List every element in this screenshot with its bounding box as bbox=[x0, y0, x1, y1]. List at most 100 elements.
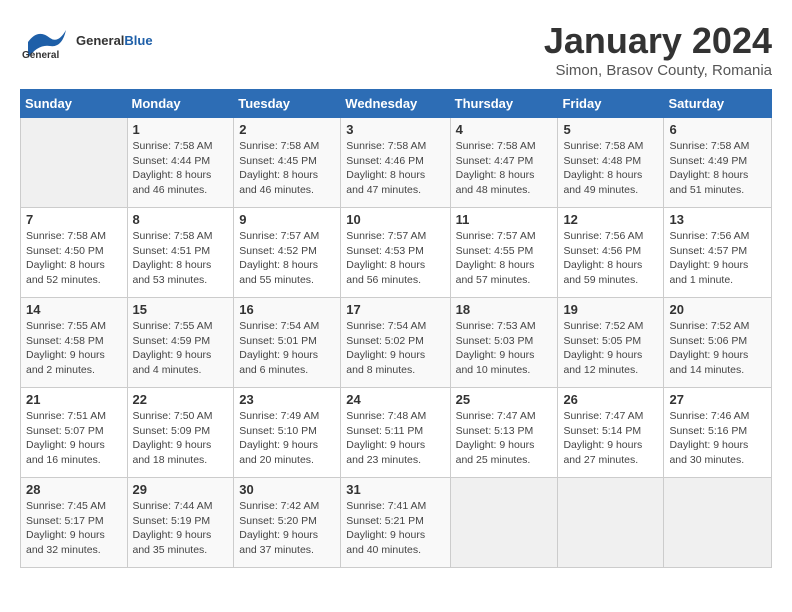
page-header: General GeneralBlue January 2024 Simon, … bbox=[20, 20, 772, 79]
day-number: 13 bbox=[669, 212, 766, 227]
day-number: 30 bbox=[239, 482, 335, 497]
day-info: Sunrise: 7:57 AMSunset: 4:55 PMDaylight:… bbox=[456, 229, 553, 288]
day-number: 9 bbox=[239, 212, 335, 227]
calendar-cell: 7Sunrise: 7:58 AMSunset: 4:50 PMDaylight… bbox=[21, 208, 128, 298]
calendar-cell: 15 Sunrise: 7:55 AMSunset: 4:59 PMDayligh… bbox=[127, 298, 234, 388]
logo: General GeneralBlue bbox=[20, 20, 153, 62]
day-info: Sunrise: 7:54 AMSunset: 5:02 PMDaylight:… bbox=[346, 319, 444, 378]
calendar-cell: 30 Sunrise: 7:42 AMSunset: 5:20 PMDayligh… bbox=[234, 478, 341, 568]
day-info: Sunrise: 7:57 AMSunset: 4:53 PMDaylight:… bbox=[346, 229, 444, 288]
day-info: Sunrise: 7:58 AMSunset: 4:46 PMDaylight:… bbox=[346, 139, 444, 198]
calendar-cell: 2 Sunrise: 7:58 AMSunset: 4:45 PMDaylight… bbox=[234, 118, 341, 208]
calendar-cell bbox=[558, 478, 664, 568]
logo-blue: Blue bbox=[124, 33, 152, 48]
day-number: 6 bbox=[669, 122, 766, 137]
calendar-cell: 12 Sunrise: 7:56 AMSunset: 4:56 PMDayligh… bbox=[558, 208, 664, 298]
day-header-thursday: Thursday bbox=[450, 90, 558, 118]
day-info: Sunrise: 7:44 AMSunset: 5:19 PMDaylight:… bbox=[133, 499, 229, 558]
day-number: 3 bbox=[346, 122, 444, 137]
day-header-wednesday: Wednesday bbox=[341, 90, 450, 118]
day-number: 12 bbox=[563, 212, 658, 227]
calendar-cell: 1Sunrise: 7:58 AMSunset: 4:44 PMDaylight… bbox=[127, 118, 234, 208]
calendar-cell: 8Sunrise: 7:58 AMSunset: 4:51 PMDaylight… bbox=[127, 208, 234, 298]
logo-general: General bbox=[76, 33, 124, 48]
day-info: Sunrise: 7:42 AMSunset: 5:20 PMDaylight:… bbox=[239, 499, 335, 558]
calendar-cell: 4 Sunrise: 7:58 AMSunset: 4:47 PMDaylight… bbox=[450, 118, 558, 208]
day-info: Sunrise: 7:56 AMSunset: 4:56 PMDaylight:… bbox=[563, 229, 658, 288]
title-area: January 2024 Simon, Brasov County, Roman… bbox=[544, 20, 772, 79]
logo-text-area: GeneralBlue bbox=[76, 34, 153, 48]
logo-icon: General bbox=[20, 20, 72, 62]
calendar-cell: 10 Sunrise: 7:57 AMSunset: 4:53 PMDayligh… bbox=[341, 208, 450, 298]
day-info: Sunrise: 7:54 AMSunset: 5:01 PMDaylight:… bbox=[239, 319, 335, 378]
day-number: 2 bbox=[239, 122, 335, 137]
calendar-cell: 11Sunrise: 7:57 AMSunset: 4:55 PMDayligh… bbox=[450, 208, 558, 298]
day-number: 19 bbox=[563, 302, 658, 317]
day-number: 24 bbox=[346, 392, 444, 407]
day-info: Sunrise: 7:53 AMSunset: 5:03 PMDaylight:… bbox=[456, 319, 553, 378]
day-info: Sunrise: 7:58 AMSunset: 4:48 PMDaylight:… bbox=[563, 139, 658, 198]
day-number: 21 bbox=[26, 392, 122, 407]
header-row: SundayMondayTuesdayWednesdayThursdayFrid… bbox=[21, 90, 772, 118]
calendar-week-5: 28 Sunrise: 7:45 AMSunset: 5:17 PMDayligh… bbox=[21, 478, 772, 568]
calendar-subtitle: Simon, Brasov County, Romania bbox=[544, 62, 772, 79]
day-number: 25 bbox=[456, 392, 553, 407]
day-info: Sunrise: 7:55 AMSunset: 4:58 PMDaylight:… bbox=[26, 319, 122, 378]
day-info: Sunrise: 7:46 AMSunset: 5:16 PMDaylight:… bbox=[669, 409, 766, 468]
day-info: Sunrise: 7:52 AMSunset: 5:05 PMDaylight:… bbox=[563, 319, 658, 378]
day-info: Sunrise: 7:50 AMSunset: 5:09 PMDaylight:… bbox=[133, 409, 229, 468]
day-number: 4 bbox=[456, 122, 553, 137]
day-info: Sunrise: 7:41 AMSunset: 5:21 PMDaylight:… bbox=[346, 499, 444, 558]
day-number: 27 bbox=[669, 392, 766, 407]
day-number: 8 bbox=[133, 212, 229, 227]
calendar-cell: 22 Sunrise: 7:50 AMSunset: 5:09 PMDayligh… bbox=[127, 388, 234, 478]
day-info: Sunrise: 7:58 AMSunset: 4:47 PMDaylight:… bbox=[456, 139, 553, 198]
calendar-cell: 24Sunrise: 7:48 AMSunset: 5:11 PMDayligh… bbox=[341, 388, 450, 478]
day-info: Sunrise: 7:47 AMSunset: 5:13 PMDaylight:… bbox=[456, 409, 553, 468]
day-header-friday: Friday bbox=[558, 90, 664, 118]
day-info: Sunrise: 7:47 AMSunset: 5:14 PMDaylight:… bbox=[563, 409, 658, 468]
day-number: 5 bbox=[563, 122, 658, 137]
day-info: Sunrise: 7:52 AMSunset: 5:06 PMDaylight:… bbox=[669, 319, 766, 378]
day-number: 15 bbox=[133, 302, 229, 317]
day-header-sunday: Sunday bbox=[21, 90, 128, 118]
day-info: Sunrise: 7:45 AMSunset: 5:17 PMDaylight:… bbox=[26, 499, 122, 558]
day-number: 22 bbox=[133, 392, 229, 407]
day-number: 14 bbox=[26, 302, 122, 317]
calendar-week-3: 14 Sunrise: 7:55 AMSunset: 4:58 PMDayligh… bbox=[21, 298, 772, 388]
calendar-cell: 6 Sunrise: 7:58 AMSunset: 4:49 PMDaylight… bbox=[664, 118, 772, 208]
day-number: 17 bbox=[346, 302, 444, 317]
day-info: Sunrise: 7:58 AMSunset: 4:49 PMDaylight:… bbox=[669, 139, 766, 198]
calendar-week-2: 7Sunrise: 7:58 AMSunset: 4:50 PMDaylight… bbox=[21, 208, 772, 298]
day-number: 23 bbox=[239, 392, 335, 407]
calendar-cell: 31Sunrise: 7:41 AMSunset: 5:21 PMDayligh… bbox=[341, 478, 450, 568]
day-info: Sunrise: 7:51 AMSunset: 5:07 PMDaylight:… bbox=[26, 409, 122, 468]
calendar-cell bbox=[21, 118, 128, 208]
calendar-cell: 29 Sunrise: 7:44 AMSunset: 5:19 PMDayligh… bbox=[127, 478, 234, 568]
calendar-title: January 2024 bbox=[544, 20, 772, 62]
day-info: Sunrise: 7:57 AMSunset: 4:52 PMDaylight:… bbox=[239, 229, 335, 288]
calendar-cell: 18 Sunrise: 7:53 AMSunset: 5:03 PMDayligh… bbox=[450, 298, 558, 388]
day-header-monday: Monday bbox=[127, 90, 234, 118]
calendar-cell: 26 Sunrise: 7:47 AMSunset: 5:14 PMDayligh… bbox=[558, 388, 664, 478]
day-number: 26 bbox=[563, 392, 658, 407]
calendar-week-4: 21 Sunrise: 7:51 AMSunset: 5:07 PMDayligh… bbox=[21, 388, 772, 478]
day-header-tuesday: Tuesday bbox=[234, 90, 341, 118]
day-number: 10 bbox=[346, 212, 444, 227]
calendar-cell: 25 Sunrise: 7:47 AMSunset: 5:13 PMDayligh… bbox=[450, 388, 558, 478]
day-info: Sunrise: 7:56 AMSunset: 4:57 PMDaylight:… bbox=[669, 229, 766, 288]
day-number: 7 bbox=[26, 212, 122, 227]
day-number: 29 bbox=[133, 482, 229, 497]
calendar-cell: 3 Sunrise: 7:58 AMSunset: 4:46 PMDaylight… bbox=[341, 118, 450, 208]
calendar-cell: 20Sunrise: 7:52 AMSunset: 5:06 PMDayligh… bbox=[664, 298, 772, 388]
calendar-cell: 5 Sunrise: 7:58 AMSunset: 4:48 PMDaylight… bbox=[558, 118, 664, 208]
calendar-cell bbox=[450, 478, 558, 568]
day-number: 28 bbox=[26, 482, 122, 497]
calendar-week-1: 1Sunrise: 7:58 AMSunset: 4:44 PMDaylight… bbox=[21, 118, 772, 208]
day-number: 18 bbox=[456, 302, 553, 317]
day-info: Sunrise: 7:55 AMSunset: 4:59 PMDaylight:… bbox=[133, 319, 229, 378]
calendar-cell: 23Sunrise: 7:49 AMSunset: 5:10 PMDayligh… bbox=[234, 388, 341, 478]
calendar-cell: 9 Sunrise: 7:57 AMSunset: 4:52 PMDaylight… bbox=[234, 208, 341, 298]
day-info: Sunrise: 7:58 AMSunset: 4:45 PMDaylight:… bbox=[239, 139, 335, 198]
calendar-cell: 17 Sunrise: 7:54 AMSunset: 5:02 PMDayligh… bbox=[341, 298, 450, 388]
